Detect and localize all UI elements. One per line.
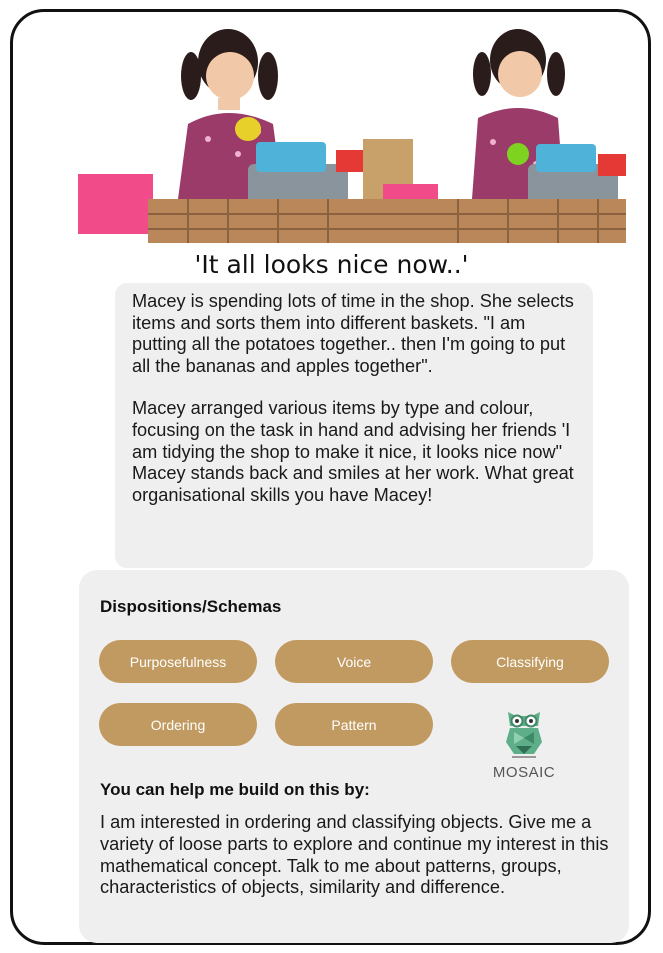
owl-logo-icon xyxy=(506,712,542,758)
mosaic-logo: MOSAIC xyxy=(484,708,564,784)
dispositions-heading: Dispositions/Schemas xyxy=(100,597,282,616)
story-paragraph-2: Macey arranged various items by type and… xyxy=(132,398,574,505)
observation-text: Macey is spending lots of time in the sh… xyxy=(115,283,593,568)
page-title: 'It all looks nice now..' xyxy=(194,250,469,279)
story-paragraph-1: Macey is spending lots of time in the sh… xyxy=(132,291,574,376)
tag-classifying[interactable]: Classifying xyxy=(451,640,609,683)
tag-voice[interactable]: Voice xyxy=(275,640,433,683)
build-on-text: I am interested in ordering and classify… xyxy=(100,812,609,898)
tag-pattern[interactable]: Pattern xyxy=(275,703,433,746)
tag-purposefulness[interactable]: Purposefulness xyxy=(99,640,257,683)
observation-photo xyxy=(78,14,626,243)
logo-text: MOSAIC xyxy=(492,764,556,781)
tag-ordering[interactable]: Ordering xyxy=(99,703,257,746)
build-on-heading: You can help me build on this by: xyxy=(100,780,370,799)
dispositions-panel: Dispositions/Schemas Purposefulness Voic… xyxy=(79,570,629,943)
